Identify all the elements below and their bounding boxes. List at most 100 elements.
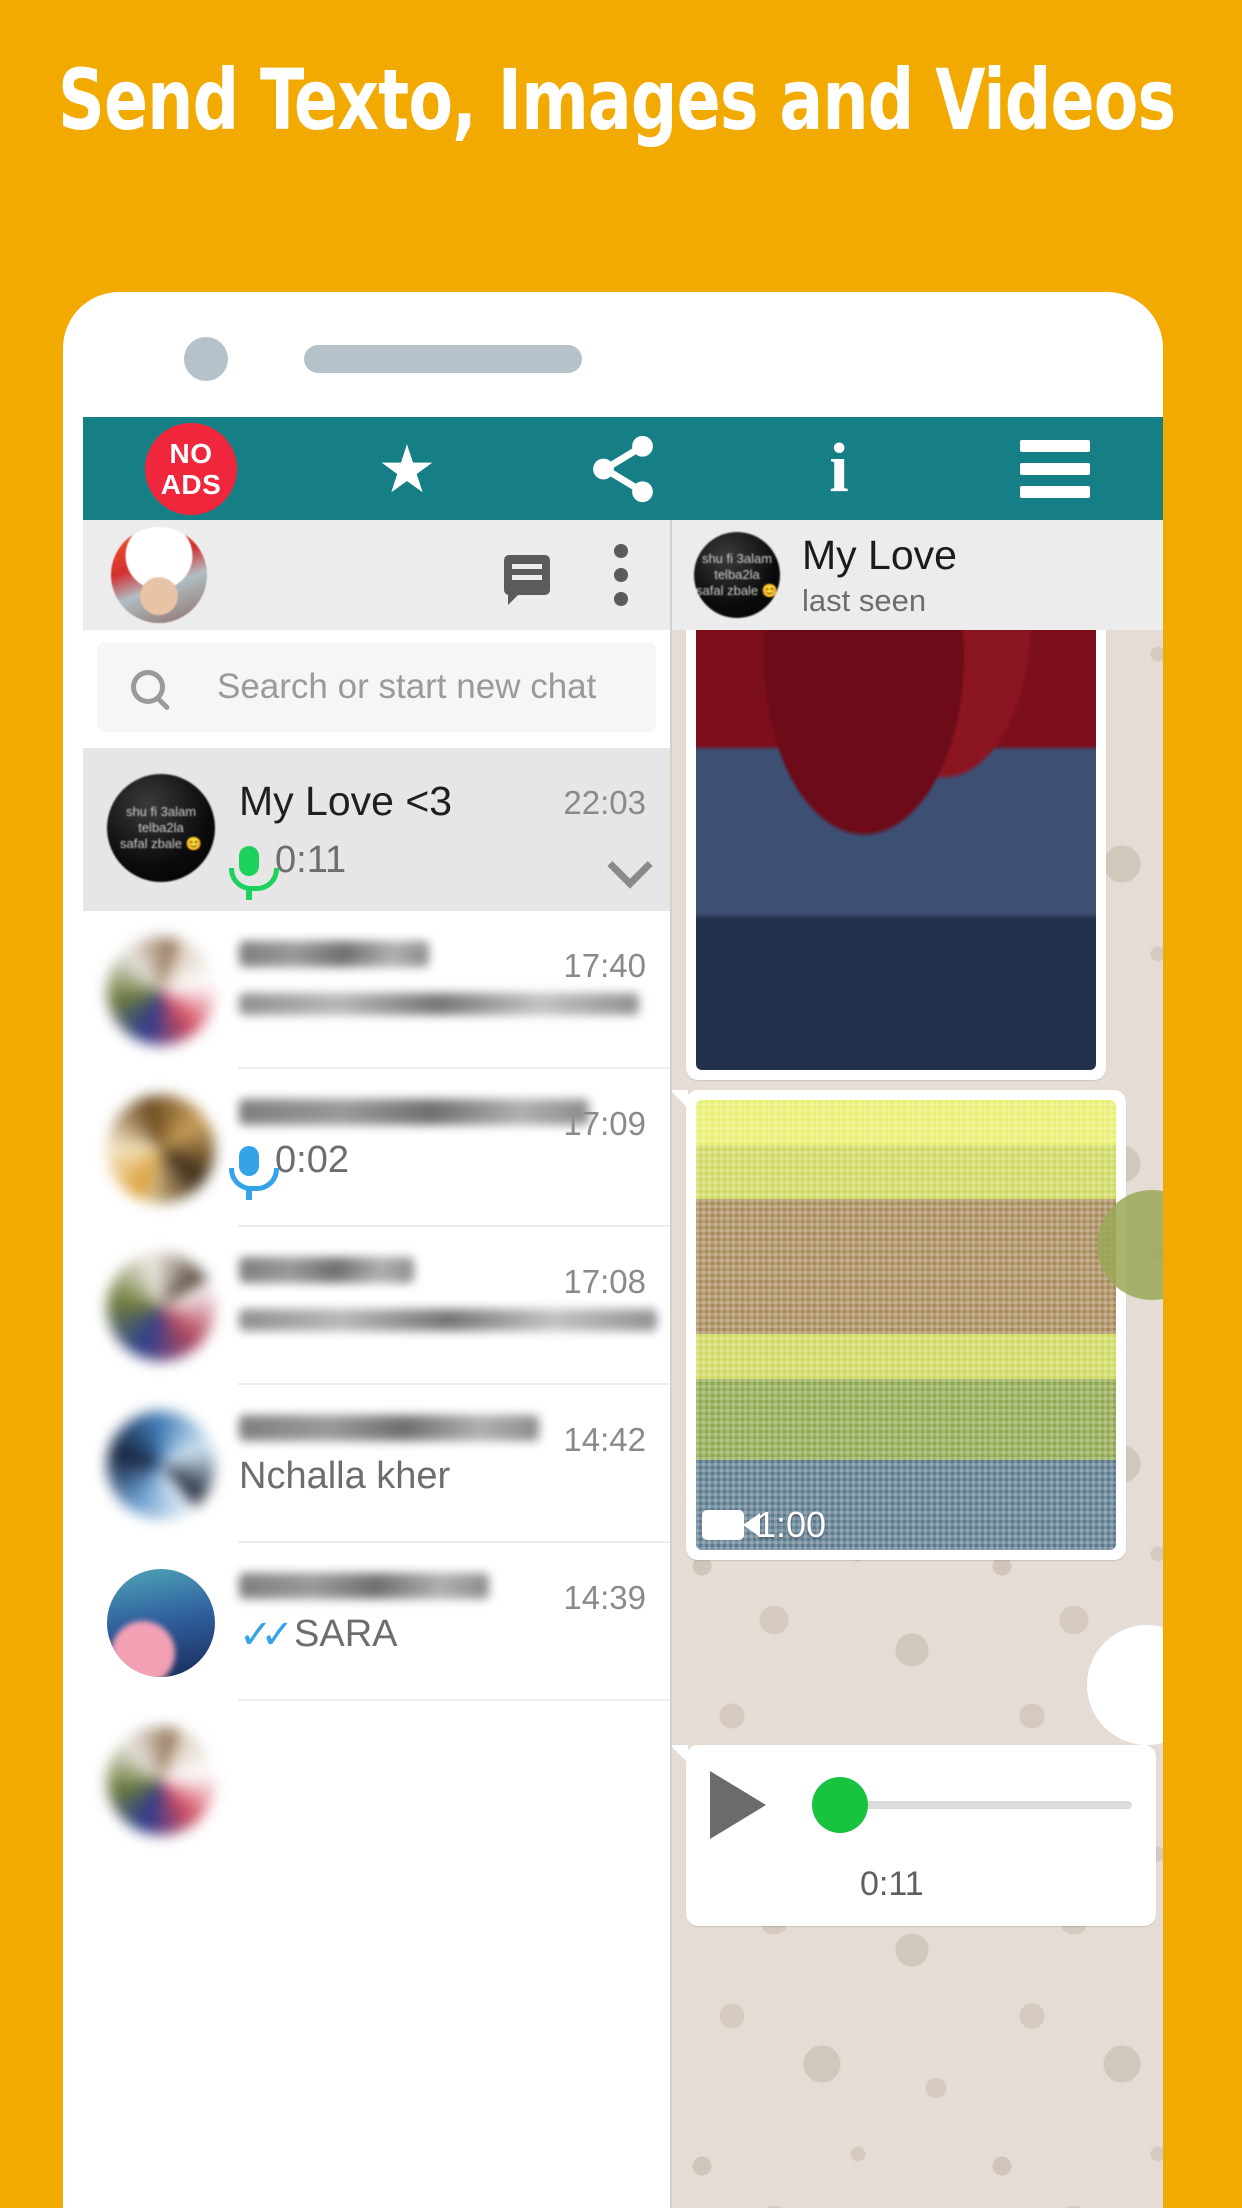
- voice-message-bubble[interactable]: 0:11: [672, 1745, 1156, 1926]
- row-body: My Love <3 0:11: [229, 774, 496, 900]
- avatar-text-line2: telba2la: [138, 820, 184, 835]
- chat-time: 14:39: [563, 1579, 646, 1616]
- search-icon: [131, 670, 165, 704]
- share-icon: [593, 435, 653, 502]
- info-button[interactable]: i: [731, 417, 947, 520]
- row-body: [239, 1253, 657, 1331]
- chat-preview: [239, 993, 639, 1015]
- chat-name: [239, 1415, 539, 1441]
- search-container: Search or start new chat: [83, 630, 670, 748]
- video-duration: 1:00: [756, 1504, 827, 1545]
- more-vertical-icon[interactable]: [614, 544, 628, 606]
- mic-icon: [229, 845, 279, 900]
- mic-icon: [229, 1145, 279, 1200]
- chat-time: 17:08: [563, 1263, 646, 1300]
- voice-duration: 0:11: [860, 1865, 924, 1903]
- chat-list-item-6[interactable]: ✓✓ SARA 14:39: [83, 1543, 670, 1701]
- chevron-down-icon[interactable]: [607, 843, 653, 889]
- chat-preview: Nchalla kher: [239, 1455, 496, 1498]
- front-camera-icon: [184, 337, 228, 381]
- chat-preview: ✓✓ SARA: [239, 1613, 496, 1656]
- chat-bubble-icon[interactable]: [504, 555, 550, 605]
- row-meta: 17:40: [496, 937, 646, 985]
- avatar-my-love: shu fi 3alam telba2la safal zbale 😊: [107, 774, 215, 882]
- row-body: 0:02: [229, 1095, 589, 1200]
- chat-name: [239, 1257, 414, 1283]
- app-toolbar: NO ADS ★ i: [83, 417, 1163, 520]
- row-body: ✓✓ SARA: [239, 1569, 496, 1656]
- no-ads-line2: ADS: [160, 468, 222, 500]
- chat-preview: 0:11: [229, 839, 496, 900]
- page-title: Send Texto, Images and Videos: [58, 51, 1176, 149]
- hamburger-menu-icon: [1020, 439, 1090, 498]
- chat-name: [239, 1099, 589, 1125]
- row-body: [239, 1727, 646, 1731]
- voice-duration: 0:11: [275, 839, 347, 881]
- avatar-contact-6: [107, 1569, 215, 1677]
- search-placeholder: Search or start new chat: [217, 667, 597, 706]
- chat-list-item-2[interactable]: 17:40: [83, 911, 670, 1069]
- row-title-line: My Love <3: [239, 778, 496, 825]
- search-input[interactable]: Search or start new chat: [97, 642, 656, 732]
- row-meta: 14:39: [496, 1569, 646, 1617]
- video-duration-badge: 1:00: [702, 1504, 826, 1546]
- info-icon: i: [829, 429, 849, 507]
- conversation-meta: My Love last seen: [802, 532, 957, 619]
- play-icon[interactable]: [710, 1771, 766, 1839]
- video-camera-icon: [702, 1510, 760, 1540]
- chat-time: 22:03: [563, 784, 646, 821]
- preview-text: SARA: [294, 1613, 398, 1655]
- avatar-contact-4: [107, 1253, 215, 1361]
- voice-duration: 0:02: [275, 1139, 349, 1181]
- chat-preview: [239, 1309, 657, 1331]
- chat-list-item-my-love[interactable]: shu fi 3alam telba2la safal zbale 😊 My L…: [83, 748, 670, 911]
- voice-player: [710, 1771, 1132, 1839]
- video-message-bubble[interactable]: 1:00: [672, 1090, 1126, 1560]
- avatar-my-love: shu fi 3alam telba2la safal zbale 😊: [694, 532, 780, 618]
- conversation-status: last seen: [802, 582, 927, 618]
- menu-button[interactable]: [947, 417, 1163, 520]
- avatar-text-line3: safal zbale 😊: [696, 583, 778, 598]
- chat-list-header: [83, 520, 670, 630]
- photo-message-roses[interactable]: [696, 630, 1096, 1070]
- avatar-text-line1: shu fi 3alam: [701, 551, 773, 566]
- no-ads-button[interactable]: NO ADS: [83, 417, 299, 520]
- conversation-pane: shu fi 3alam telba2la safal zbale 😊 My L…: [670, 520, 1163, 2208]
- split-view: Search or start new chat shu fi 3alam te…: [83, 520, 1163, 2208]
- my-profile-avatar[interactable]: [111, 527, 207, 623]
- share-button[interactable]: [515, 417, 731, 520]
- no-ads-badge: NO ADS: [145, 422, 237, 515]
- phone-screen: NO ADS ★ i Search or start new chat shu …: [83, 417, 1163, 2208]
- avatar-contact-5: [107, 1411, 215, 1519]
- avatar-text-line3: safal zbale 😊: [120, 836, 202, 851]
- star-icon: ★: [377, 431, 437, 506]
- row-meta: 22:03: [496, 774, 653, 889]
- voice-progress-thumb[interactable]: [812, 1777, 868, 1833]
- rate-star-button[interactable]: ★: [299, 417, 515, 520]
- phone-mockup: NO ADS ★ i Search or start new chat shu …: [63, 292, 1163, 2208]
- chat-name: [239, 1573, 489, 1599]
- chat-time: 17:40: [563, 947, 646, 984]
- conversation-header[interactable]: shu fi 3alam telba2la safal zbale 😊 My L…: [672, 520, 1163, 630]
- chat-list-item-3[interactable]: 0:02 17:09: [83, 1069, 670, 1227]
- double-check-icon: ✓✓: [239, 1612, 294, 1657]
- chat-name: My Love <3: [239, 778, 453, 824]
- row-body: [239, 937, 639, 1015]
- chat-name: [239, 941, 429, 967]
- conversation-title: My Love: [802, 531, 957, 578]
- avatar-text-line1: shu fi 3alam: [125, 804, 197, 819]
- chat-list-item-5[interactable]: Nchalla kher 14:42: [83, 1385, 670, 1543]
- avatar-text-line2: telba2la: [714, 567, 760, 582]
- chat-list-item-4[interactable]: 17:08: [83, 1227, 670, 1385]
- photo-message-bubble[interactable]: [686, 630, 1106, 1080]
- chat-list-item-7[interactable]: [83, 1701, 670, 1859]
- avatar-contact-7: [107, 1727, 215, 1835]
- chat-preview: 0:02: [229, 1139, 496, 1200]
- message-thread[interactable]: 1:00 0:11: [672, 630, 1163, 2208]
- video-message-thumbnail[interactable]: [696, 1100, 1116, 1550]
- preview-text: Nchalla kher: [239, 1455, 451, 1497]
- voice-progress-track[interactable]: [812, 1777, 1132, 1833]
- row-meta: 17:08: [496, 1253, 646, 1301]
- row-body: Nchalla kher: [239, 1411, 539, 1498]
- earpiece-speaker: [304, 345, 582, 373]
